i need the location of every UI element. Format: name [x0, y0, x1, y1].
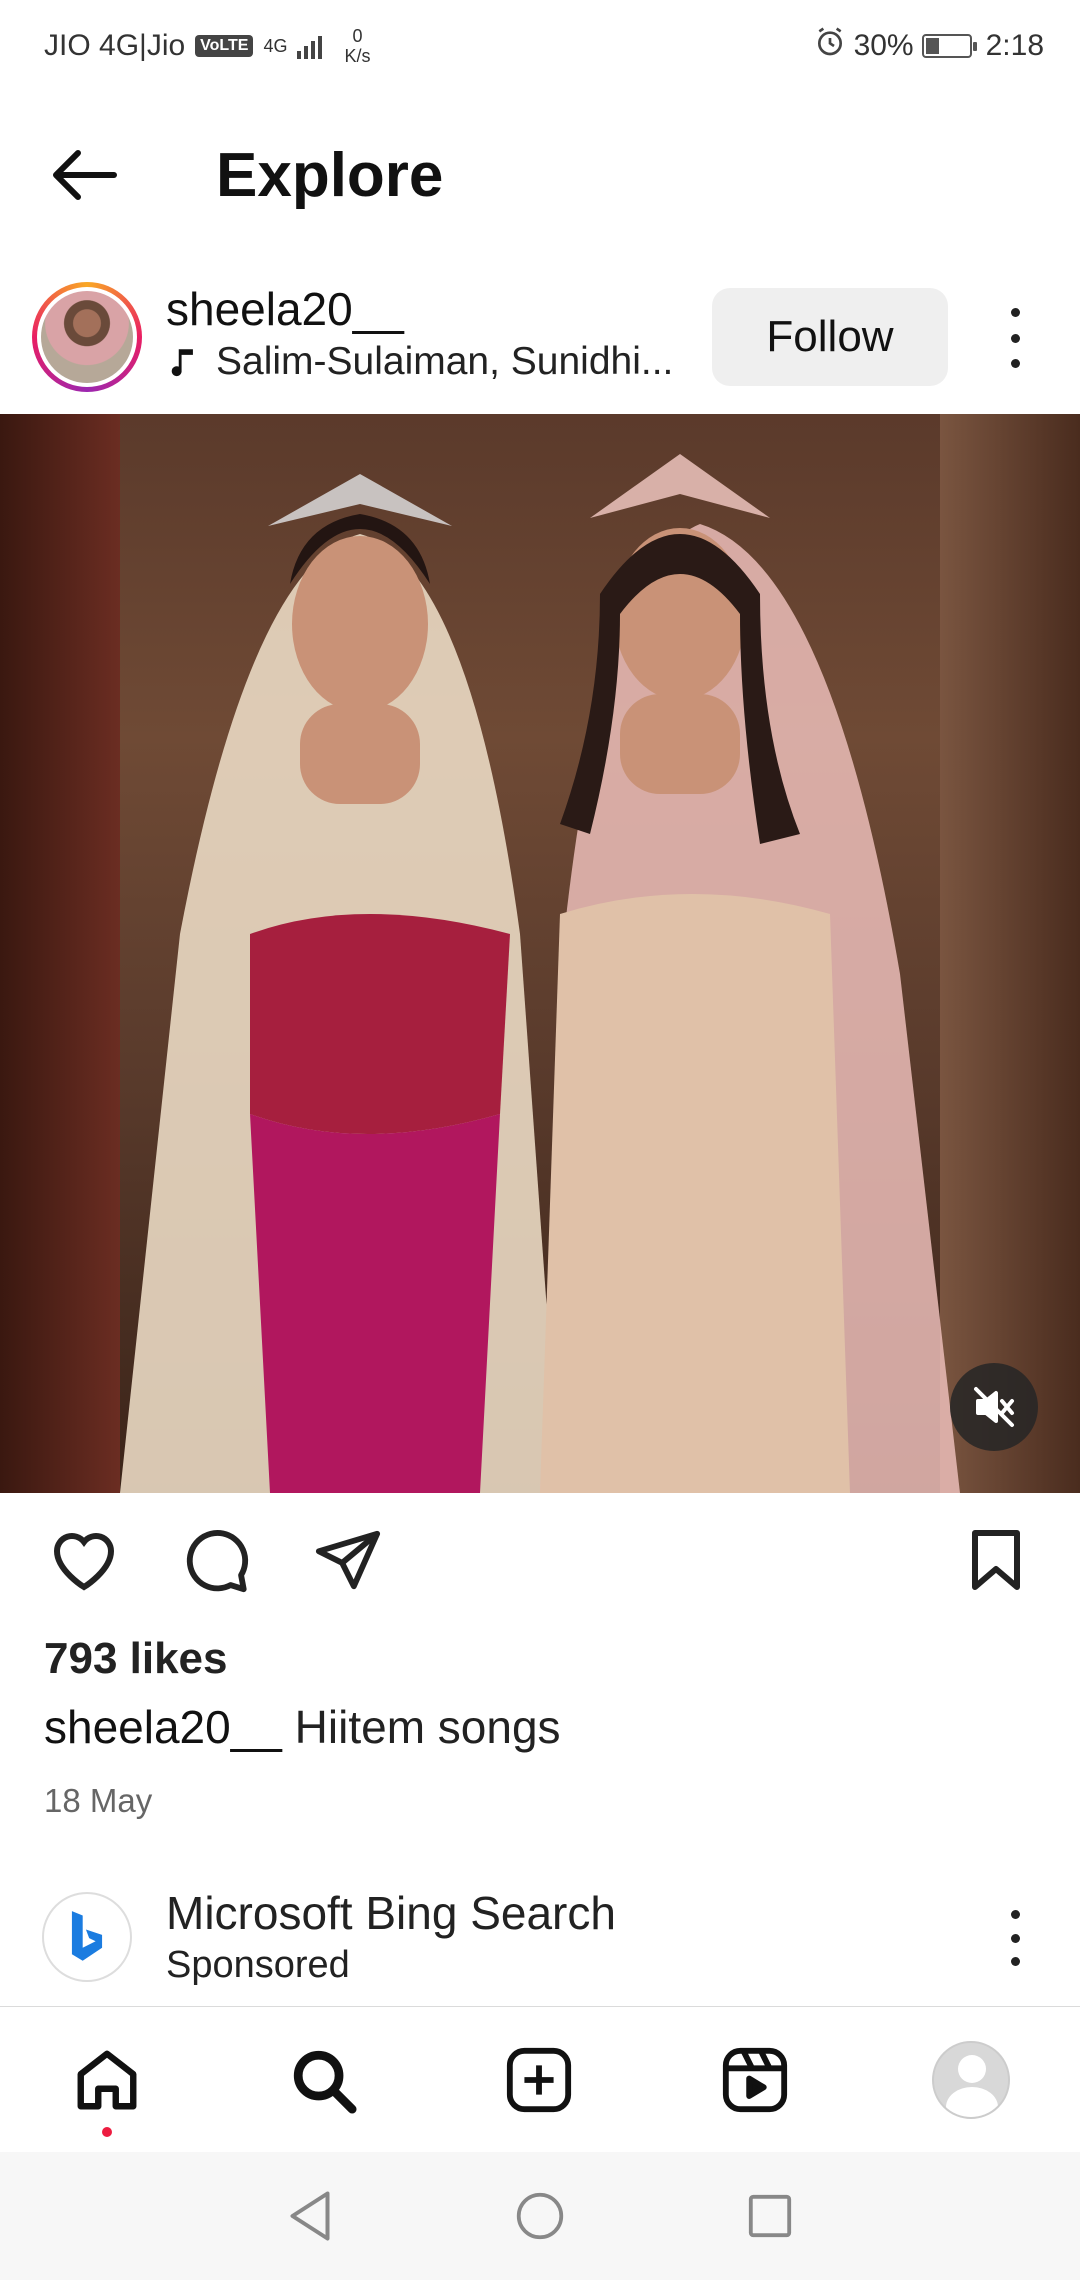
- post-image[interactable]: [0, 414, 1080, 1493]
- follow-button[interactable]: Follow: [712, 288, 948, 386]
- nav-reels[interactable]: [710, 2035, 800, 2125]
- share-icon: [315, 1530, 381, 1590]
- nav-home[interactable]: [62, 2035, 152, 2125]
- search-icon: [293, 2050, 357, 2114]
- nav-profile[interactable]: [926, 2035, 1016, 2125]
- caption-username[interactable]: sheela20__: [44, 1701, 282, 1753]
- post-date: 18 May: [44, 1782, 153, 1819]
- post-more-options-icon[interactable]: [990, 308, 1040, 368]
- bookmark-icon: [972, 1530, 1020, 1590]
- battery-charging-icon: [921, 34, 977, 58]
- avatar: [41, 291, 133, 383]
- system-navigation-bar: [0, 2152, 1080, 2280]
- home-circle-icon: [516, 2192, 564, 2240]
- back-button[interactable]: [34, 125, 134, 225]
- volte-badge: VoLTE: [195, 35, 254, 57]
- alarm-icon: [814, 26, 846, 66]
- speed-unit: K/s: [344, 46, 371, 66]
- back-triangle-icon: [290, 2191, 330, 2241]
- story-avatar[interactable]: [32, 282, 142, 392]
- mute-icon: [974, 1387, 1014, 1427]
- caption-text: Hiitem songs: [294, 1701, 561, 1753]
- signal-icon: [297, 33, 323, 59]
- comment-icon: [186, 1530, 249, 1593]
- status-bar: JIO 4G|Jio VoLTE 4G 0 K/s 30% 2:18: [0, 0, 1080, 92]
- reels-icon: [722, 2047, 788, 2113]
- profile-avatar: [932, 2041, 1010, 2119]
- bottom-navigation: [0, 2006, 1080, 2152]
- sponsor-title[interactable]: Microsoft Bing Search: [166, 1886, 616, 1940]
- likes-count[interactable]: 793 likes: [44, 1634, 228, 1684]
- post-username[interactable]: sheela20__: [166, 282, 404, 336]
- carrier-label: JIO 4G|Jio: [44, 29, 186, 62]
- clock: 2:18: [985, 29, 1044, 62]
- figure-right: [540, 454, 960, 1493]
- post-actions: [0, 1520, 1080, 1600]
- status-right: 30% 2:18: [814, 26, 1044, 66]
- speed-value: 0: [352, 26, 363, 46]
- post-header: sheela20__ Salim-Sulaiman, Sunidhi... Fo…: [0, 270, 1080, 410]
- page-title: Explore: [216, 140, 444, 210]
- like-button[interactable]: [44, 1520, 124, 1600]
- explore-header: Explore: [0, 100, 1080, 250]
- heart-icon: [53, 1533, 115, 1591]
- share-button[interactable]: [308, 1520, 388, 1600]
- music-note-icon: [171, 349, 193, 377]
- nav-create[interactable]: [494, 2035, 584, 2125]
- system-home-button[interactable]: [510, 2186, 570, 2246]
- network-speed: 0 K/s: [344, 26, 370, 66]
- audio-row[interactable]: Salim-Sulaiman, Sunidhi...: [166, 340, 673, 384]
- sponsored-more-options-icon[interactable]: [1000, 1910, 1030, 1966]
- network-type: 4G: [263, 35, 288, 56]
- post-caption: sheela20__ Hiitem songs: [44, 1700, 561, 1754]
- status-left: JIO 4G|Jio VoLTE 4G 0 K/s: [44, 26, 371, 66]
- audio-label: Salim-Sulaiman, Sunidhi...: [216, 340, 674, 383]
- save-button[interactable]: [956, 1520, 1036, 1600]
- mute-button[interactable]: [950, 1363, 1038, 1451]
- recents-square-icon: [748, 2194, 792, 2238]
- battery-percent: 30%: [853, 29, 914, 62]
- nav-search[interactable]: [278, 2035, 368, 2125]
- sponsored-label: Sponsored: [166, 1944, 350, 1986]
- arrow-left-icon: [53, 150, 117, 200]
- comment-button[interactable]: [176, 1520, 256, 1600]
- system-back-button[interactable]: [280, 2186, 340, 2246]
- system-recents-button[interactable]: [740, 2186, 800, 2246]
- home-icon: [77, 2050, 137, 2110]
- bing-logo-icon[interactable]: [42, 1892, 132, 1982]
- home-notification-dot: [102, 2127, 112, 2137]
- create-icon: [506, 2047, 572, 2113]
- sponsored-post-header: Microsoft Bing Search Sponsored: [0, 1880, 1080, 2000]
